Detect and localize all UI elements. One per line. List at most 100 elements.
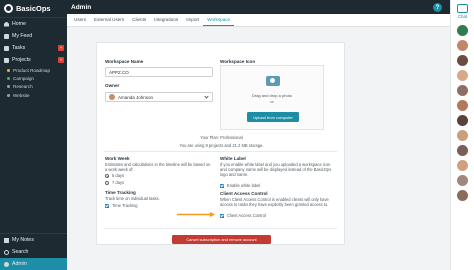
- notes-icon: [4, 237, 9, 243]
- sidebar-item-tasks[interactable]: Tasks +: [0, 42, 67, 54]
- usage-text: You are using 8 projects and 21.2 MB sto…: [179, 143, 264, 148]
- work-week-title: Work Week: [105, 156, 130, 161]
- cancel-subscription-button[interactable]: Cancel subscription and remove account: [172, 235, 271, 244]
- add-task-button[interactable]: +: [58, 45, 64, 51]
- project-label: Product Roadmap: [13, 67, 51, 73]
- tab-integrations[interactable]: Integrations: [150, 17, 182, 26]
- client-access-checkbox[interactable]: [220, 214, 224, 218]
- sidebar-project-product-roadmap[interactable]: Product Roadmap: [0, 66, 67, 74]
- sidebar-item-label: Tasks: [12, 45, 26, 51]
- contact-avatar[interactable]: [457, 40, 468, 51]
- sidebar-project-website[interactable]: Website: [0, 91, 67, 99]
- tab-clients[interactable]: Clients: [128, 17, 150, 26]
- sidebar-item-label: Projects: [12, 57, 31, 63]
- owner-label: Owner: [105, 83, 120, 88]
- project-color-dot: [7, 85, 10, 89]
- contact-avatar[interactable]: [457, 70, 468, 81]
- camera-icon: [266, 76, 280, 86]
- home-icon: [4, 21, 9, 27]
- sidebar-item-label: Search: [12, 249, 29, 255]
- project-color-dot: [7, 68, 10, 72]
- workspace-name-input[interactable]: APPZ.CO: [105, 67, 213, 77]
- header-bar: Admin ?: [67, 0, 450, 14]
- contact-avatar[interactable]: [457, 100, 468, 111]
- sidebar-item-my-feed[interactable]: My Feed: [0, 30, 67, 42]
- white-label-checkbox[interactable]: [220, 184, 224, 188]
- annotation-arrow-icon: [177, 212, 215, 217]
- sidebar-item-home[interactable]: Home: [0, 17, 67, 30]
- section-divider: [104, 228, 337, 229]
- work-week-5-days-radio[interactable]: [105, 174, 109, 178]
- client-access-title: Client Access Control: [220, 191, 268, 196]
- sidebar-project-campaign[interactable]: Campaign: [0, 74, 67, 82]
- contact-avatar[interactable]: [457, 55, 468, 66]
- help-icon[interactable]: ?: [433, 3, 442, 12]
- contact-avatar[interactable]: [457, 175, 468, 186]
- contact-avatar[interactable]: [457, 145, 468, 156]
- workspace-icon-label: Workspace Icon: [220, 59, 256, 64]
- tab-import[interactable]: Import: [182, 17, 203, 26]
- chevron-down-icon: [204, 94, 209, 99]
- sidebar-item-label: Home: [12, 21, 26, 27]
- tab-workspace[interactable]: Workspace: [203, 17, 235, 26]
- sidebar-item-label: Admin: [12, 261, 27, 267]
- sidebar-item-label: My Feed: [12, 33, 33, 39]
- project-color-dot: [7, 77, 10, 81]
- sidebar: BasicOps Home My Feed Tasks + Projects +…: [0, 0, 67, 270]
- work-week-5-days-label: 5 days: [112, 173, 125, 178]
- owner-name: Amanda Johnson: [118, 94, 154, 100]
- sidebar-item-admin[interactable]: Admin: [0, 258, 67, 270]
- contact-avatar[interactable]: [457, 160, 468, 171]
- admin-icon: [4, 261, 9, 267]
- time-tracking-checkbox-label: Time Tracking: [112, 203, 138, 208]
- white-label-checkbox-label: Enable white label: [227, 183, 261, 188]
- admin-tabs: Users External Users Clients Integration…: [67, 14, 450, 27]
- contact-avatar[interactable]: [457, 25, 468, 36]
- time-tracking-title: Time Tracking: [105, 190, 136, 195]
- workspace-name-label: Workspace Name: [105, 59, 144, 64]
- work-week-7-days-label: 7 days: [112, 180, 125, 185]
- sidebar-item-label: My Notes: [12, 237, 34, 243]
- search-icon: [4, 249, 9, 255]
- work-week-description: Estimates and calculations in the timeli…: [105, 162, 211, 172]
- dropzone-or: or: [270, 99, 274, 104]
- sidebar-item-projects[interactable]: Projects +: [0, 54, 67, 66]
- chat-panel: Chat: [450, 0, 474, 270]
- workspace-settings-card: Workspace Name APPZ.CO Owner Amanda John…: [96, 42, 345, 245]
- owner-avatar: [109, 94, 115, 100]
- client-access-checkbox-label: Client Access Control: [227, 213, 266, 218]
- contact-avatar[interactable]: [457, 115, 468, 126]
- app-name: BasicOps: [16, 4, 51, 13]
- project-label: Website: [13, 92, 30, 98]
- page-title: Admin: [71, 3, 92, 11]
- client-access-description: When Client Access Control is enabled cl…: [220, 197, 329, 207]
- owner-select[interactable]: Amanda Johnson: [105, 92, 213, 102]
- chat-label: Chat: [457, 14, 468, 19]
- plan-text: Your Plan: Professional: [200, 135, 243, 140]
- white-label-title: White Label: [220, 156, 246, 161]
- contact-avatar[interactable]: [457, 190, 468, 201]
- add-project-button[interactable]: +: [58, 57, 64, 63]
- tab-external-users[interactable]: External Users: [90, 17, 128, 26]
- upload-from-computer-button[interactable]: Upload from computer: [247, 112, 299, 122]
- sidebar-project-research[interactable]: Research: [0, 83, 67, 91]
- work-week-7-days-radio[interactable]: [105, 181, 109, 185]
- time-tracking-description: Track time on individual tasks.: [105, 196, 160, 201]
- project-color-dot: [7, 93, 10, 97]
- section-divider: [104, 151, 337, 152]
- sidebar-bottom: My Notes Search Admin: [0, 233, 67, 270]
- white-label-description: If you enable white label and you upload…: [220, 162, 332, 177]
- sidebar-item-my-notes[interactable]: My Notes: [0, 233, 67, 246]
- feed-icon: [4, 33, 9, 39]
- tab-users[interactable]: Users: [70, 17, 90, 26]
- sidebar-item-search[interactable]: Search: [0, 246, 67, 258]
- photo-dropzone[interactable]: Drag and drop a photo or Upload from com…: [220, 65, 324, 130]
- contact-avatar[interactable]: [457, 85, 468, 96]
- contact-avatar[interactable]: [457, 130, 468, 141]
- chat-icon[interactable]: [457, 4, 468, 13]
- time-tracking-checkbox[interactable]: [105, 204, 109, 208]
- app-logo[interactable]: BasicOps: [0, 0, 67, 17]
- projects-icon: [4, 57, 9, 63]
- project-label: Campaign: [13, 76, 34, 82]
- basicops-logo-icon: [4, 4, 13, 13]
